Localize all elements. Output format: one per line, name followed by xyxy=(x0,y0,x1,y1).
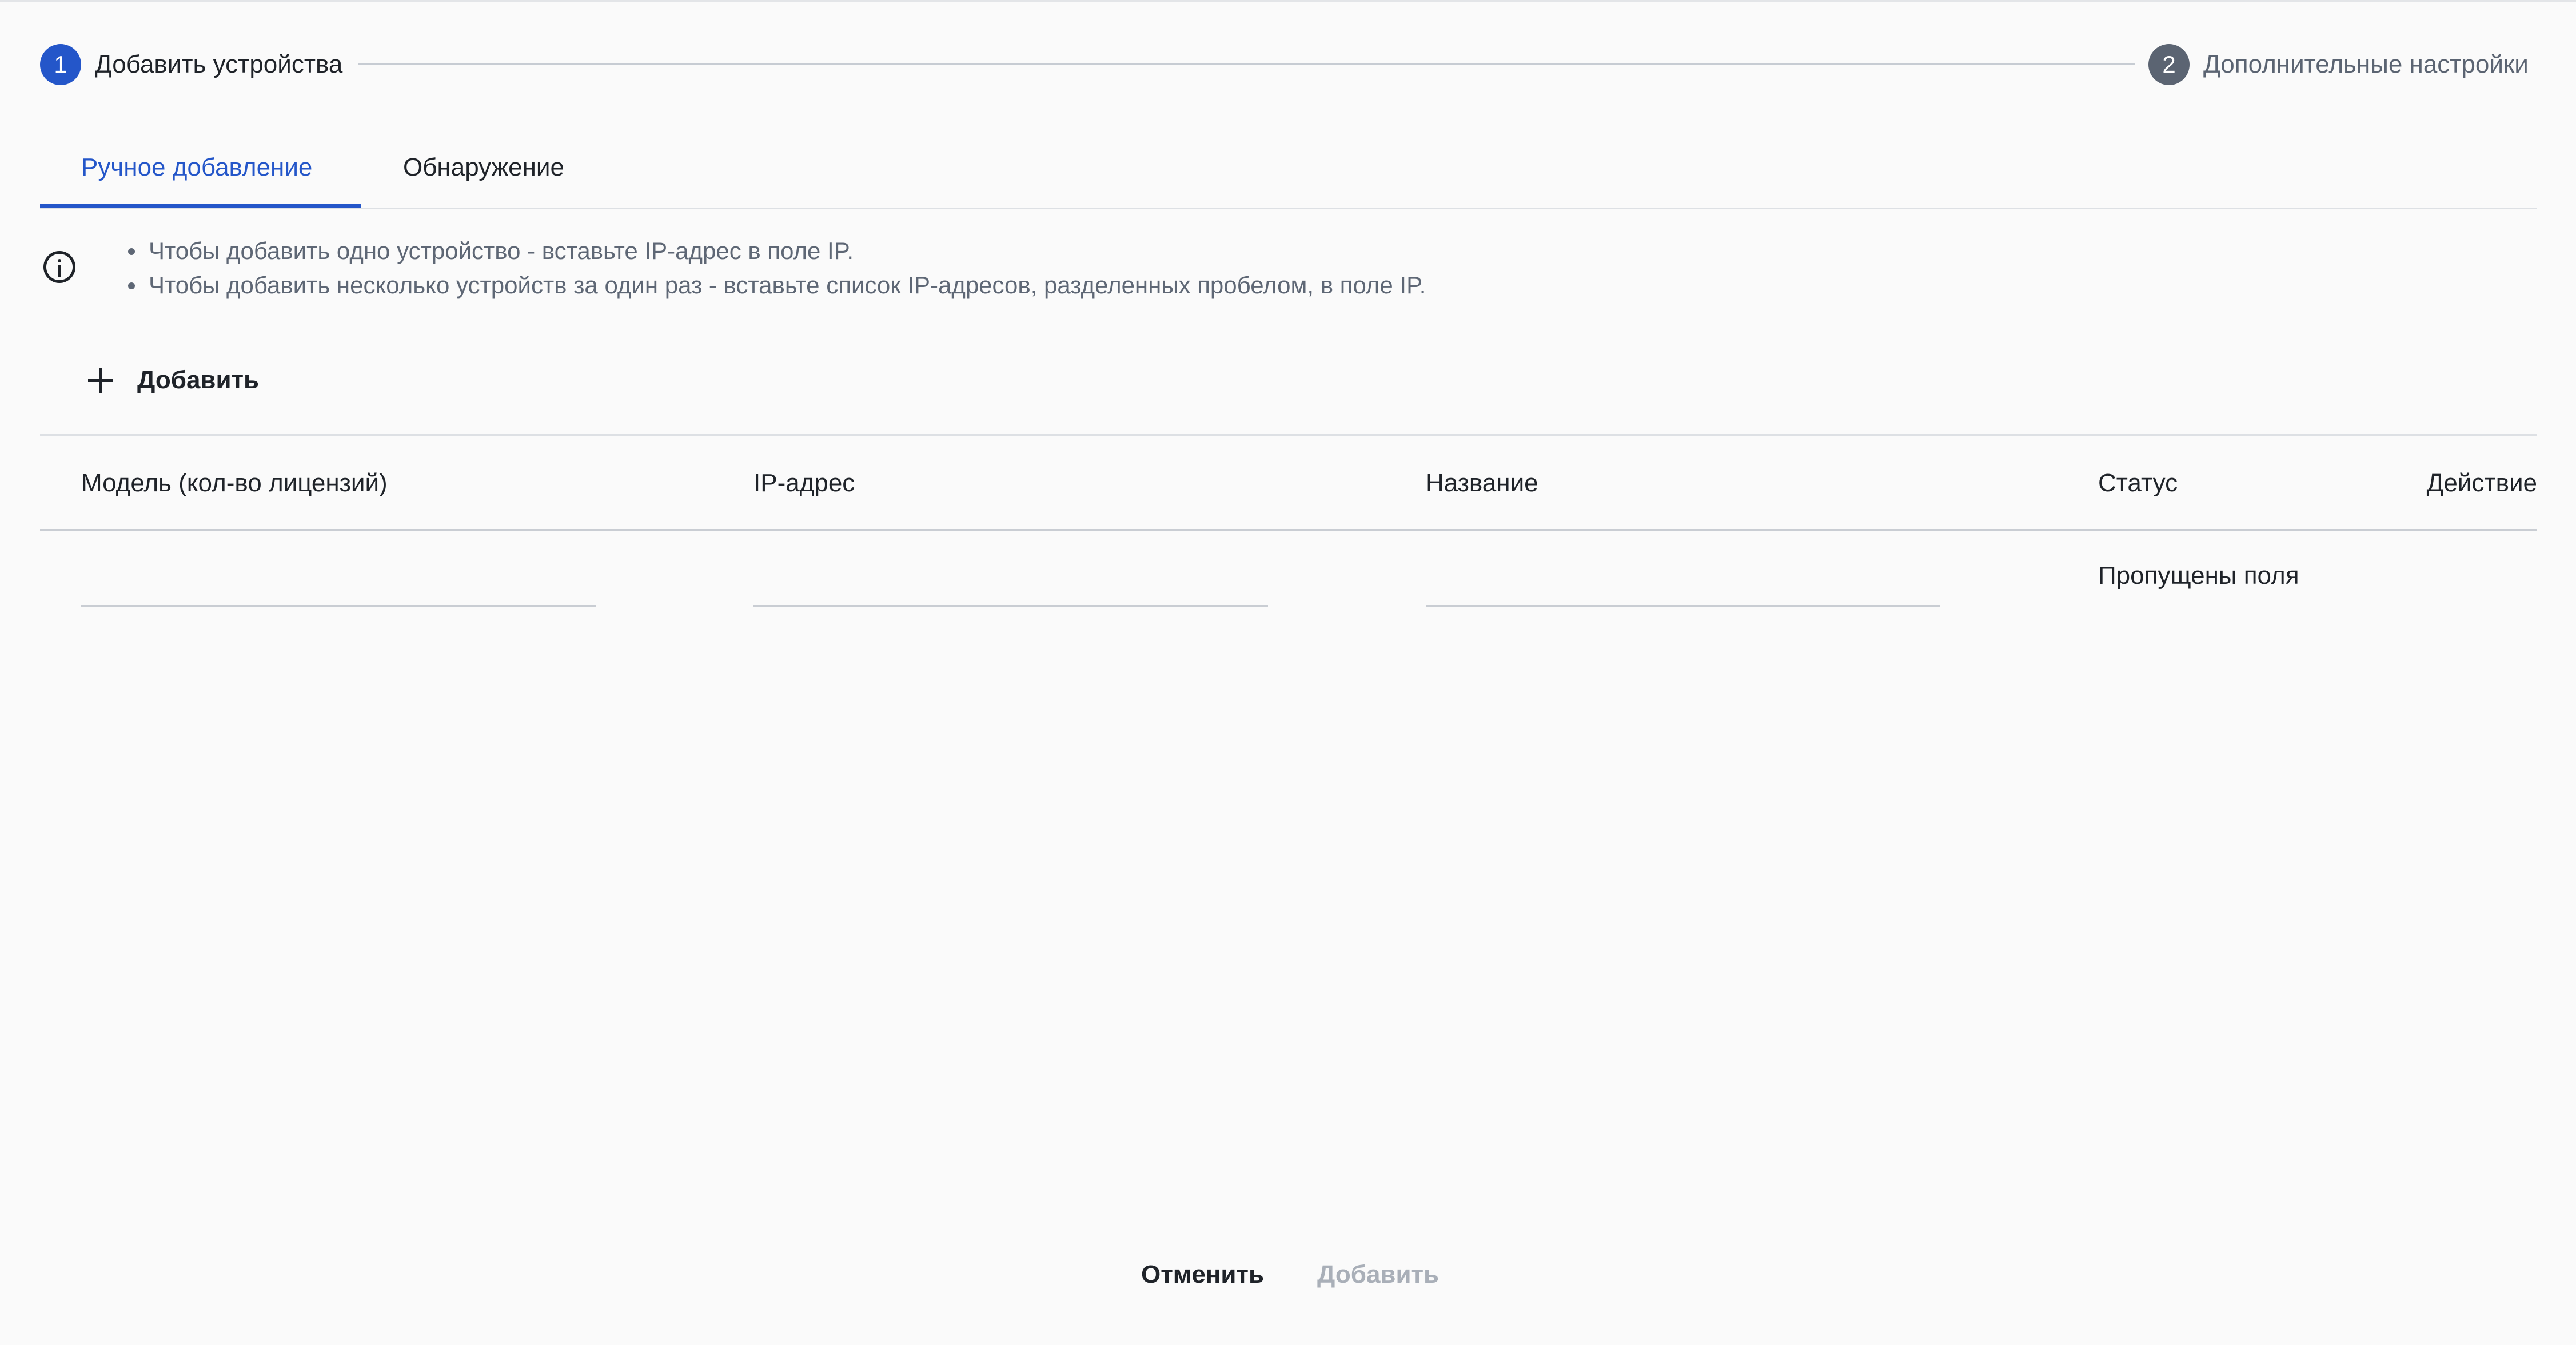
model-input[interactable] xyxy=(81,572,596,607)
add-row-button[interactable]: Добавить xyxy=(87,357,259,403)
row-status: Пропущены поля xyxy=(2098,562,2299,590)
step-2-indicator: 2 xyxy=(2148,44,2190,85)
stepper-connector xyxy=(358,63,2135,65)
tab-discovery[interactable]: Обнаружение xyxy=(403,150,564,185)
device-name-input[interactable] xyxy=(1426,572,1940,607)
cancel-button[interactable]: Отменить xyxy=(1141,1258,1264,1292)
submit-add-button[interactable]: Добавить xyxy=(1317,1258,1439,1292)
add-row-label: Добавить xyxy=(137,366,260,394)
column-header-model: Модель (кол-во лицензий) xyxy=(81,469,388,497)
tab-manual-add[interactable]: Ручное добавление xyxy=(81,150,312,185)
step-1-label: Добавить устройства xyxy=(95,50,343,78)
hint-multiple-devices: Чтобы добавить несколько устройств за од… xyxy=(126,268,1426,303)
hint-list: Чтобы добавить одно устройство - вставьт… xyxy=(126,234,1426,303)
column-header-action: Действие xyxy=(2426,469,2537,497)
column-header-name: Название xyxy=(1426,469,1538,497)
info-icon xyxy=(43,251,75,283)
table-top-divider xyxy=(40,434,2537,436)
table-header-divider xyxy=(40,529,2537,531)
hint-single-device: Чтобы добавить одно устройство - вставьт… xyxy=(126,234,1426,268)
ip-address-input[interactable] xyxy=(753,572,1268,607)
step-2-label: Дополнительные настройки xyxy=(2203,50,2529,78)
plus-icon xyxy=(87,367,114,394)
add-devices-dialog: 1 Добавить устройства 2 Дополнительные н… xyxy=(0,0,2576,1345)
tabs-divider xyxy=(40,208,2537,209)
column-header-status: Статус xyxy=(2098,469,2178,497)
column-header-ip: IP-адрес xyxy=(753,469,855,497)
step-1-indicator: 1 xyxy=(40,44,81,85)
